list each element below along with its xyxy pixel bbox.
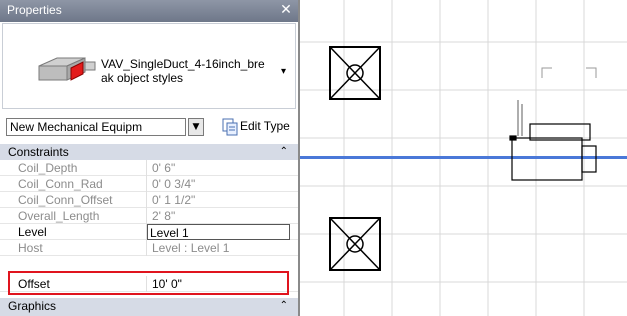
cell-divider xyxy=(146,208,147,224)
duct-line[interactable] xyxy=(300,156,627,159)
param-name: Level xyxy=(18,225,47,239)
cell-divider xyxy=(146,240,147,256)
param-row-overall-length[interactable]: Overall_Length 2' 8" xyxy=(0,208,298,224)
diffuser-symbol[interactable] xyxy=(329,46,381,100)
param-name: Overall_Length xyxy=(18,209,100,223)
param-row-coil-conn-rad[interactable]: Coil_Conn_Rad 0' 0 3/4" xyxy=(0,176,298,192)
type-dropdown-icon[interactable]: ▾ xyxy=(281,66,286,77)
param-value: 0' 6" xyxy=(152,161,176,175)
instance-filter-select[interactable]: New Mechanical Equipm xyxy=(6,118,186,136)
cell-divider xyxy=(146,176,147,192)
section-title: Constraints xyxy=(8,145,69,159)
instance-row: New Mechanical Equipm ▼ Edit Type xyxy=(0,112,298,142)
param-row-host[interactable]: Host Level : Level 1 xyxy=(0,240,298,256)
vav-box-preview-icon xyxy=(38,57,96,81)
type-name: VAV_SingleDuct_4-16inch_break object sty… xyxy=(101,57,265,85)
param-value: 2' 8" xyxy=(152,209,176,223)
edit-type-icon[interactable] xyxy=(222,118,238,136)
param-row-level[interactable]: Level Level 1 xyxy=(0,224,298,240)
edit-type-button[interactable]: Edit Type xyxy=(240,119,290,133)
chevron-up-icon[interactable]: ⌃ xyxy=(280,144,288,160)
selection-marks xyxy=(541,67,597,78)
diffuser-symbol[interactable] xyxy=(329,217,381,271)
param-name: Coil_Conn_Rad xyxy=(18,177,103,191)
cell-divider xyxy=(146,192,147,208)
palette-title: Properties xyxy=(7,3,62,17)
chevron-up-icon[interactable]: ⌃ xyxy=(280,298,288,314)
param-row-coil-conn-offset[interactable]: Coil_Conn_Offset 0' 1 1/2" xyxy=(0,192,298,208)
cell-divider xyxy=(146,160,147,176)
param-value: 0' 0 3/4" xyxy=(152,177,196,191)
section-title: Graphics xyxy=(8,299,57,313)
param-value: Level : Level 1 xyxy=(152,241,230,255)
vav-unit[interactable] xyxy=(509,100,597,181)
offset-highlight-box xyxy=(8,271,289,295)
param-name: Coil_Conn_Offset xyxy=(18,193,113,207)
drawing-canvas[interactable] xyxy=(300,0,627,316)
param-name: Coil_Depth xyxy=(18,161,78,175)
close-icon[interactable]: ✕ xyxy=(278,2,294,18)
chevron-down-icon[interactable]: ▼ xyxy=(188,118,204,136)
section-constraints[interactable]: Constraints ⌃ xyxy=(0,144,298,160)
level-select[interactable]: Level 1 xyxy=(147,224,290,240)
palette-titlebar[interactable]: Properties ✕ xyxy=(0,0,298,22)
param-name: Host xyxy=(18,241,43,255)
section-graphics[interactable]: Graphics ⌃ xyxy=(0,298,298,316)
param-value: 0' 1 1/2" xyxy=(152,193,196,207)
type-selector[interactable]: VAV_SingleDuct_4-16inch_break object sty… xyxy=(2,23,296,109)
properties-palette: Properties ✕ VAV_SingleDuct_4-16inch_bre… xyxy=(0,0,298,316)
param-row-coil-depth[interactable]: Coil_Depth 0' 6" xyxy=(0,160,298,176)
